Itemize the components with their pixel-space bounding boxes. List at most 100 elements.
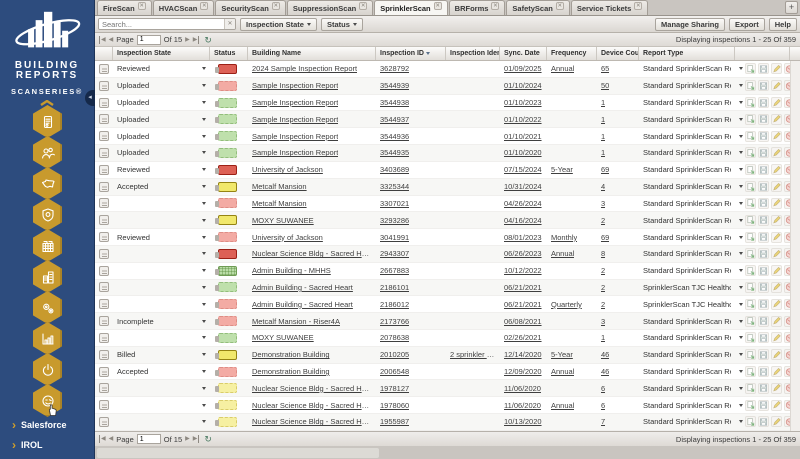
report-dropdown-icon[interactable] — [739, 202, 743, 205]
report-dropdown-icon[interactable] — [739, 84, 743, 87]
status-tag-icon[interactable] — [218, 182, 237, 192]
row-details-icon[interactable] — [99, 98, 109, 108]
frequency-link[interactable]: Annual — [551, 367, 574, 376]
state-dropdown-icon[interactable] — [202, 420, 206, 423]
report-dropdown-icon[interactable] — [739, 252, 743, 255]
inspection-id-link[interactable]: 3544936 — [380, 132, 409, 141]
edit-icon[interactable] — [771, 316, 782, 327]
building-name-link[interactable]: Admin Building - Sacred Heart — [252, 283, 353, 292]
state-dropdown-icon[interactable] — [202, 135, 206, 138]
close-tab-icon[interactable]: ✕ — [491, 2, 499, 10]
report-dropdown-icon[interactable] — [739, 320, 743, 323]
inspection-id-link[interactable]: 3403689 — [380, 165, 409, 174]
report-dropdown-icon[interactable] — [739, 336, 743, 339]
open-report-icon[interactable] — [745, 366, 756, 377]
row-details-icon[interactable] — [99, 333, 109, 343]
status-tag-icon[interactable] — [218, 266, 237, 276]
manage-sharing-button[interactable]: Manage Sharing — [655, 18, 725, 31]
open-report-icon[interactable] — [745, 164, 756, 175]
edit-icon[interactable] — [771, 147, 782, 158]
building-name-link[interactable]: Demonstration Building — [252, 367, 330, 376]
inspection-id-link[interactable]: 2010205 — [380, 350, 409, 359]
report-dropdown-icon[interactable] — [739, 151, 743, 154]
inspection-id-link[interactable]: 3544935 — [380, 148, 409, 157]
save-icon[interactable] — [758, 114, 769, 125]
row-details-icon[interactable] — [99, 383, 109, 393]
edit-icon[interactable] — [771, 198, 782, 209]
edit-icon[interactable] — [771, 265, 782, 276]
edit-icon[interactable] — [771, 383, 782, 394]
delete-icon[interactable] — [784, 265, 790, 276]
device-count-link[interactable]: 2 — [601, 300, 605, 309]
save-icon[interactable] — [758, 131, 769, 142]
inspection-id-link[interactable]: 2173766 — [380, 317, 409, 326]
sync-date-link[interactable]: 11/06/2020 — [504, 384, 541, 393]
report-dropdown-icon[interactable] — [739, 236, 743, 239]
inspection-id-link[interactable]: 3544939 — [380, 81, 409, 90]
status-tag-icon[interactable] — [218, 367, 237, 377]
edit-icon[interactable] — [771, 63, 782, 74]
sync-date-link[interactable]: 08/01/2023 — [504, 233, 542, 242]
device-count-link[interactable]: 69 — [601, 165, 609, 174]
sidebar-report-button[interactable] — [33, 106, 62, 137]
report-dropdown-icon[interactable] — [739, 420, 743, 423]
edit-icon[interactable] — [771, 349, 782, 360]
tab-hvacscan[interactable]: HVACScan✕ — [153, 0, 215, 15]
save-icon[interactable] — [758, 416, 769, 427]
save-icon[interactable] — [758, 265, 769, 276]
status-tag-icon[interactable] — [218, 400, 237, 410]
inspection-id-link[interactable]: 2186012 — [380, 300, 409, 309]
device-count-link[interactable]: 1 — [601, 148, 605, 157]
row-details-icon[interactable] — [99, 131, 109, 141]
sidebar-buildings-button[interactable] — [33, 261, 62, 292]
first-page-button[interactable]: ◀ — [99, 435, 106, 443]
status-tag-icon[interactable] — [218, 131, 237, 141]
open-report-icon[interactable] — [745, 198, 756, 209]
report-dropdown-icon[interactable] — [739, 101, 743, 104]
edit-icon[interactable] — [771, 215, 782, 226]
save-icon[interactable] — [758, 349, 769, 360]
device-count-link[interactable]: 4 — [601, 182, 605, 191]
building-name-link[interactable]: Nuclear Science Bldg - Sacred Heart Hosp… — [252, 384, 372, 393]
report-dropdown-icon[interactable] — [739, 353, 743, 356]
frequency-link[interactable]: Annual — [551, 64, 574, 73]
delete-icon[interactable] — [784, 215, 790, 226]
save-icon[interactable] — [758, 400, 769, 411]
sync-date-link[interactable]: 06/26/2023 — [504, 249, 542, 258]
status-tag-icon[interactable] — [218, 215, 237, 225]
open-report-icon[interactable] — [745, 215, 756, 226]
inspection-id-link[interactable]: 1978127 — [380, 384, 409, 393]
sync-date-link[interactable]: 12/14/2020 — [504, 350, 542, 359]
building-name-link[interactable]: Admin Building - Sacred Heart — [252, 300, 353, 309]
close-tab-icon[interactable]: ✕ — [359, 2, 367, 10]
state-dropdown-icon[interactable] — [202, 118, 206, 121]
open-report-icon[interactable] — [745, 181, 756, 192]
report-dropdown-icon[interactable] — [739, 404, 743, 407]
delete-icon[interactable] — [784, 80, 790, 91]
state-dropdown-icon[interactable] — [202, 67, 206, 70]
save-icon[interactable] — [758, 383, 769, 394]
page-number-input[interactable] — [137, 434, 161, 444]
vertical-scrollbar[interactable] — [790, 61, 800, 431]
edit-icon[interactable] — [771, 164, 782, 175]
column-header-sync-date[interactable]: Sync. Date — [500, 47, 547, 60]
device-count-link[interactable]: 1 — [601, 333, 605, 342]
state-dropdown-icon[interactable] — [202, 101, 206, 104]
status-tag-icon[interactable] — [218, 299, 237, 309]
row-details-icon[interactable] — [99, 232, 109, 242]
building-name-link[interactable]: Nuclear Science Bldg - Sacred Heart Hosp… — [252, 417, 372, 426]
search-input[interactable] — [99, 19, 224, 29]
sync-date-link[interactable]: 10/13/2020 — [504, 417, 542, 426]
first-page-button[interactable]: ◀ — [99, 36, 106, 44]
delete-icon[interactable] — [784, 114, 790, 125]
delete-icon[interactable] — [784, 164, 790, 175]
close-tab-icon[interactable]: ✕ — [434, 2, 442, 10]
next-page-button[interactable]: ▶ — [185, 435, 190, 443]
sync-date-link[interactable]: 01/10/2022 — [504, 115, 542, 124]
save-icon[interactable] — [758, 164, 769, 175]
row-details-icon[interactable] — [99, 350, 109, 360]
delete-icon[interactable] — [784, 416, 790, 427]
row-details-icon[interactable] — [99, 282, 109, 292]
device-count-link[interactable]: 46 — [601, 367, 609, 376]
delete-icon[interactable] — [784, 299, 790, 310]
